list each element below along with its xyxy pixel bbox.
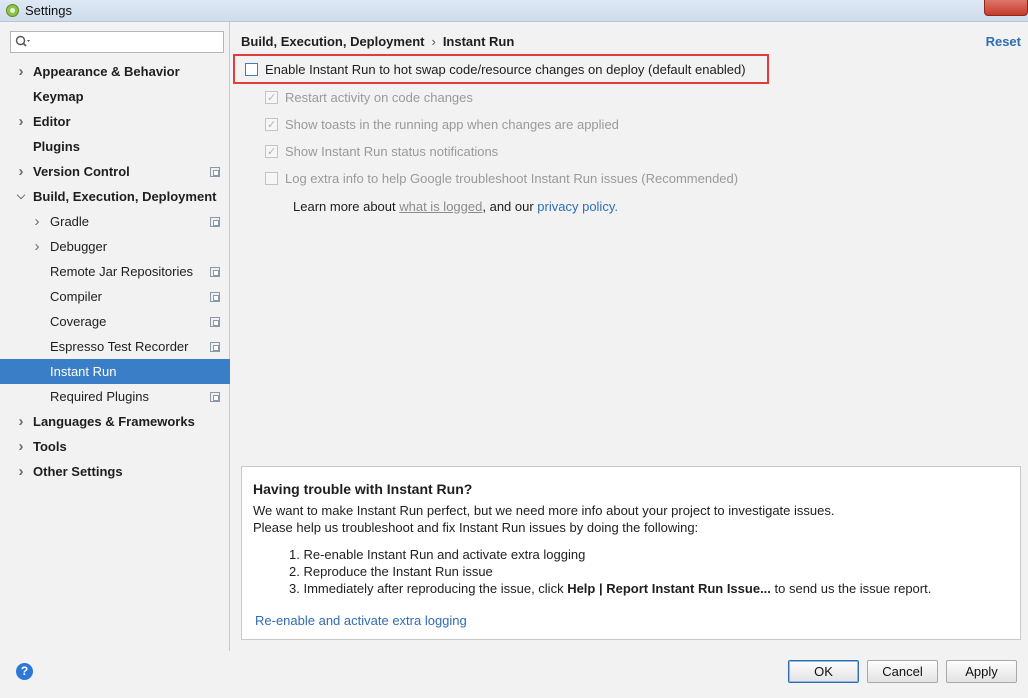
- tree-item-appearance-behavior[interactable]: › Appearance & Behavior: [0, 59, 230, 84]
- trouble-step-1: 1. Re-enable Instant Run and activate ex…: [289, 547, 586, 562]
- trouble-line-1: We want to make Instant Run perfect, but…: [253, 503, 835, 518]
- tree-item-remote-jar-repositories[interactable]: Remote Jar Repositories: [0, 259, 230, 284]
- settings-tree: › Appearance & Behavior Keymap › Editor Plugi…: [0, 59, 230, 484]
- privacy-policy-link[interactable]: privacy policy.: [537, 199, 618, 214]
- tree-item-debugger[interactable]: › Debugger: [0, 234, 230, 259]
- tree-item-version-control[interactable]: › Version Control: [0, 159, 230, 184]
- restart-activity-checkbox[interactable]: [265, 89, 278, 107]
- tree-item-label: Required Plugins: [50, 389, 150, 404]
- breadcrumb: Build, Execution, Deployment › Instant Run: [241, 34, 514, 49]
- window-title: Settings: [25, 3, 72, 18]
- what-is-logged-link[interactable]: what is logged: [399, 199, 482, 214]
- settings-content: Build, Execution, Deployment › Instant Run…: [231, 22, 1028, 651]
- learn-more-prefix: Learn more about: [293, 199, 400, 214]
- learn-more-middle: , and our: [482, 199, 538, 214]
- chevron-right-icon[interactable]: ›: [31, 234, 43, 259]
- tree-item-coverage[interactable]: Coverage: [0, 309, 230, 334]
- chevron-right-icon[interactable]: ›: [15, 409, 27, 434]
- tree-item-label: Plugins: [33, 139, 80, 154]
- ok-button[interactable]: OK: [788, 660, 859, 683]
- learn-more-text: Learn more about what is logged, and our…: [293, 199, 618, 214]
- show-toasts-label: Show toasts in the running app when chan…: [285, 117, 619, 132]
- project-settings-icon: [210, 217, 220, 227]
- close-button[interactable]: [984, 0, 1028, 16]
- report-issue-menu-path: Help | Report Instant Run Issue...: [567, 581, 771, 596]
- trouble-panel: Having trouble with Instant Run? We want…: [241, 466, 1021, 640]
- log-extra-info-label: Log extra info to help Google troublesho…: [285, 171, 739, 186]
- trouble-step-3-prefix: 3. Immediately after reproducing the iss…: [289, 581, 568, 596]
- tree-item-label: Espresso Test Recorder: [50, 339, 189, 354]
- tree-item-espresso-test-recorder[interactable]: Espresso Test Recorder: [0, 334, 230, 359]
- tree-item-compiler[interactable]: Compiler: [0, 284, 230, 309]
- tree-item-instant-run[interactable]: Instant Run: [0, 359, 230, 384]
- log-extra-info-checkbox[interactable]: [265, 172, 278, 185]
- project-settings-icon: [210, 167, 220, 177]
- trouble-step-3: 3. Immediately after reproducing the iss…: [289, 581, 931, 596]
- tree-item-label: Tools: [33, 439, 67, 454]
- help-icon[interactable]: ?: [16, 663, 33, 680]
- chevron-right-icon[interactable]: ›: [15, 159, 27, 184]
- reset-link[interactable]: Reset: [986, 34, 1021, 49]
- breadcrumb-separator: ›: [431, 34, 436, 49]
- tree-item-plugins[interactable]: Plugins: [0, 134, 230, 159]
- breadcrumb-current: Instant Run: [442, 34, 515, 49]
- chevron-right-icon[interactable]: ›: [15, 434, 27, 459]
- enable-instant-run-checkbox[interactable]: [245, 63, 258, 76]
- chevron-down-icon[interactable]: ⌵: [15, 184, 27, 209]
- breadcrumb-parent[interactable]: Build, Execution, Deployment: [241, 34, 424, 49]
- tree-item-keymap[interactable]: Keymap: [0, 84, 230, 109]
- search-icon: [15, 35, 30, 47]
- project-settings-icon: [210, 267, 220, 277]
- tree-item-label: Debugger: [50, 239, 108, 254]
- cancel-button[interactable]: Cancel: [867, 660, 938, 683]
- trouble-step-2: 2. Reproduce the Instant Run issue: [289, 564, 493, 579]
- chevron-right-icon[interactable]: ›: [31, 209, 43, 234]
- chevron-right-icon[interactable]: ›: [15, 59, 27, 84]
- trouble-step-3-suffix: to send us the issue report.: [770, 581, 932, 596]
- tree-item-label: Remote Jar Repositories: [50, 264, 194, 279]
- restart-activity-label: Restart activity on code changes: [285, 90, 473, 105]
- project-settings-icon: [210, 317, 220, 327]
- tree-item-label: Gradle: [50, 214, 90, 229]
- android-studio-icon: [6, 4, 19, 17]
- trouble-line-2: Please help us troubleshoot and fix Inst…: [253, 520, 699, 535]
- tree-item-label: Compiler: [50, 289, 103, 304]
- dialog-button-bar: ? OK Cancel Apply: [0, 651, 1028, 698]
- tree-item-tools[interactable]: › Tools: [0, 434, 230, 459]
- tree-item-build-execution-deployment[interactable]: ⌵ Build, Execution, Deployment: [0, 184, 230, 209]
- apply-button[interactable]: Apply: [946, 660, 1017, 683]
- settings-sidebar: › Appearance & Behavior Keymap › Editor Plugi…: [0, 22, 230, 651]
- tree-item-label: Keymap: [33, 89, 84, 104]
- search-input[interactable]: [10, 31, 224, 53]
- tree-item-other-settings[interactable]: › Other Settings: [0, 459, 230, 484]
- show-toasts-checkbox[interactable]: [265, 116, 278, 134]
- chevron-right-icon[interactable]: ›: [15, 109, 27, 134]
- title-bar: Settings: [0, 0, 1028, 22]
- tree-item-editor[interactable]: › Editor: [0, 109, 230, 134]
- tree-item-label: Version Control: [33, 164, 130, 179]
- reenable-logging-link[interactable]: Re-enable and activate extra logging: [255, 613, 467, 628]
- tree-item-label: Appearance & Behavior: [33, 64, 180, 79]
- status-notifications-checkbox[interactable]: [265, 143, 278, 161]
- tree-item-languages-frameworks[interactable]: › Languages & Frameworks: [0, 409, 230, 434]
- tree-item-label: Editor: [33, 114, 71, 129]
- tree-item-gradle[interactable]: › Gradle: [0, 209, 230, 234]
- project-settings-icon: [210, 292, 220, 302]
- tree-item-label: Languages & Frameworks: [33, 414, 195, 429]
- tree-item-label: Coverage: [50, 314, 107, 329]
- tree-item-label: Instant Run: [50, 364, 117, 379]
- project-settings-icon: [210, 342, 220, 352]
- tree-item-required-plugins[interactable]: Required Plugins: [0, 384, 230, 409]
- chevron-right-icon[interactable]: ›: [15, 459, 27, 484]
- enable-instant-run-label: Enable Instant Run to hot swap code/reso…: [265, 62, 746, 77]
- tree-item-label: Other Settings: [33, 464, 123, 479]
- project-settings-icon: [210, 392, 220, 402]
- tree-item-label: Build, Execution, Deployment: [33, 189, 217, 204]
- trouble-heading: Having trouble with Instant Run?: [253, 481, 473, 497]
- status-notifications-label: Show Instant Run status notifications: [285, 144, 499, 159]
